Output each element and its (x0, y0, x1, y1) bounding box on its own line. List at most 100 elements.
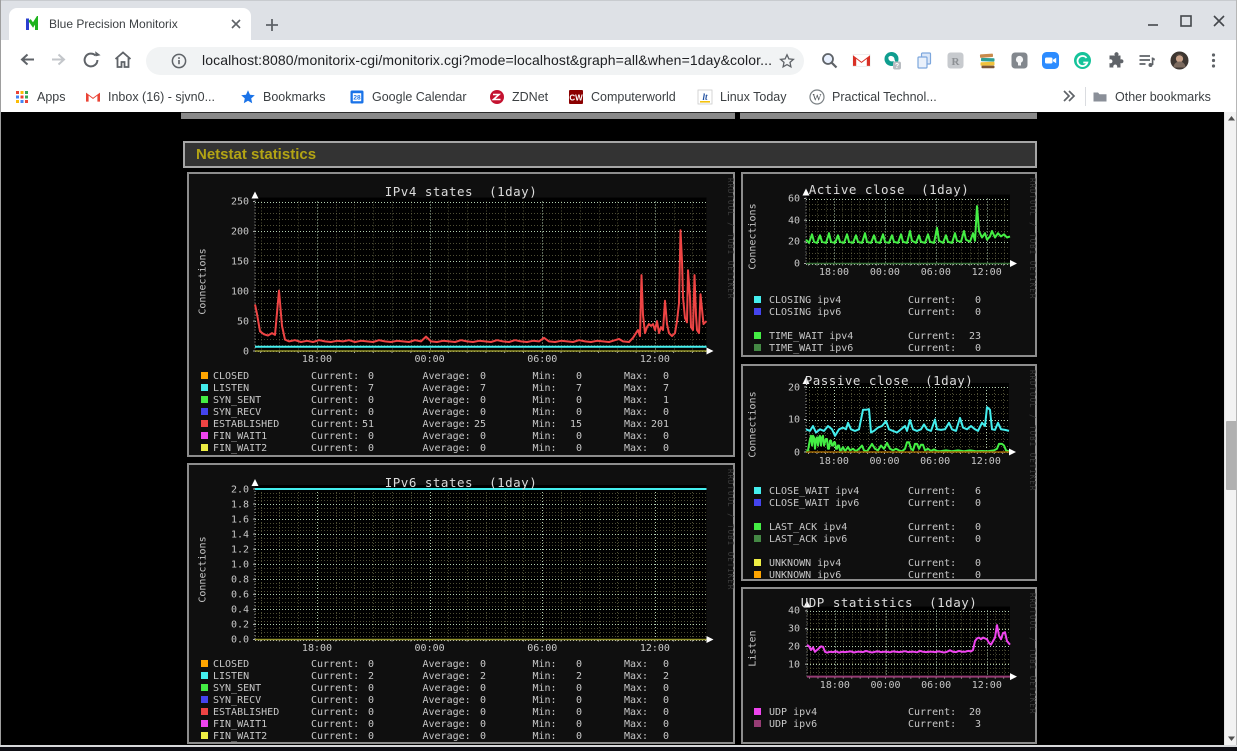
y-tick-label: 30 (787, 623, 800, 635)
books-icon[interactable] (978, 51, 997, 70)
other-bookmarks-folder[interactable]: Other bookmarks (1092, 81, 1211, 112)
close-window-button[interactable] (1209, 11, 1229, 31)
legend-current-value: 0 (367, 659, 374, 670)
legend-min-header: Min: (532, 731, 557, 742)
rrdtool-watermark: RRDTOOL / TOBI OETIKER (726, 178, 735, 300)
tab-close-icon[interactable] (228, 16, 244, 32)
legend-current-value: 0 (367, 395, 374, 406)
legend-max-header: Max: (624, 371, 649, 382)
tab-strip: Blue Precision Monitorix (0, 0, 1237, 41)
window-bottom-shadow (0, 747, 1237, 751)
bookmark-item-apps[interactable]: Apps (14, 81, 66, 112)
back-button[interactable] (15, 48, 39, 72)
apps-grid-icon (16, 90, 28, 103)
legend-max-header: Max: (624, 683, 649, 694)
folder-icon (1093, 92, 1107, 101)
legend-swatch (200, 383, 209, 392)
legend-current-header: Current: (908, 486, 957, 497)
legend-current-header: Current: (908, 343, 957, 354)
legend-min-value: 0 (575, 371, 582, 382)
legend-current-header: Current: (311, 419, 360, 430)
legend-label: CLOSED (213, 659, 250, 670)
bookmark-label: Google Calendar (372, 89, 467, 104)
bookmark-item-google-calendar[interactable]: 28 Google Calendar (349, 81, 467, 112)
legend-max-header: Max: (624, 695, 649, 706)
legend-min-value: 0 (575, 695, 582, 706)
avatar-icon[interactable] (1170, 51, 1189, 70)
forward-button[interactable] (47, 48, 71, 72)
bookmark-item-practical-technol[interactable]: W Practical Technol... (809, 81, 937, 112)
section-header: Netstat statistics (183, 141, 1037, 168)
bookmark-item-linux-today[interactable]: lt Linux Today (697, 81, 787, 112)
x-tick-label: 12:00 (970, 455, 1001, 467)
legend-average-header: Average: (422, 731, 471, 742)
y-tick-label: 10 (787, 659, 800, 671)
address-bar[interactable]: localhost:8080/monitorix-cgi/monitorix.c… (146, 47, 804, 75)
legend-max-header: Max: (624, 395, 649, 406)
legend-current-header: Current: (311, 695, 360, 706)
y-tick-label: 1.8 (230, 499, 249, 511)
legend-min-header: Min: (532, 695, 557, 706)
legend-min-value: 0 (575, 431, 582, 442)
puzzle-icon[interactable] (1105, 51, 1124, 70)
legend-average-value: 0 (479, 443, 486, 454)
y-tick-label: 0.2 (230, 619, 249, 631)
bookmark-item-inbox-16-sjvn0[interactable]: Inbox (16) - sjvn0... (85, 81, 215, 112)
zoom-icon[interactable] (1041, 51, 1060, 70)
rrdtool-watermark: RRDTOOL / TOBI OETIKER (726, 469, 735, 591)
legend-current-value: 0 (367, 731, 374, 742)
legend-min-value: 7 (575, 383, 582, 394)
page-info-icon[interactable] (171, 53, 187, 69)
section-title: Netstat statistics (196, 146, 317, 163)
bulb-icon[interactable] (1010, 51, 1029, 70)
legend-average-header: Average: (422, 419, 471, 430)
x-tick-label: 00:00 (869, 455, 900, 467)
browser-tab[interactable]: Blue Precision Monitorix (9, 8, 251, 41)
url-text[interactable]: localhost:8080/monitorix-cgi/monitorix.c… (202, 52, 772, 68)
zdnet-icon (490, 89, 504, 104)
legend-current-value: 2 (367, 671, 374, 682)
legend-current-header: Current: (908, 522, 957, 533)
legend-current-value: 0 (974, 343, 981, 354)
menu-dots-icon[interactable] (1204, 51, 1223, 70)
y-tick-label: 20 (787, 382, 800, 393)
legend-swatch (753, 295, 762, 304)
svg-text:R: R (952, 56, 961, 68)
reload-button[interactable] (79, 48, 103, 72)
bookmark-item-zdnet[interactable]: ZDNet (489, 81, 548, 112)
bookmark-item-bookmarks[interactable]: Bookmarks (240, 81, 326, 112)
legend-current-value: 23 (968, 331, 981, 342)
grammarly-icon[interactable] (1073, 51, 1092, 70)
legend-swatch (753, 486, 762, 495)
legend-average-value: 0 (479, 407, 486, 418)
gmail-ext-icon[interactable] (852, 51, 871, 70)
x-tick-label: 00:00 (869, 267, 900, 278)
legend-average-value: 0 (479, 395, 486, 406)
minimize-button[interactable] (1143, 11, 1163, 31)
bookmark-star-icon[interactable] (779, 53, 795, 69)
legend-label: FIN_WAIT1 (213, 431, 268, 442)
x-tick-label: 06:00 (920, 455, 951, 467)
bookmarks-overflow-icon[interactable] (1058, 86, 1078, 106)
legend-current-header: Current: (908, 498, 957, 509)
legend-label: ESTABLISHED (213, 419, 280, 430)
x-tick-label: 18:00 (301, 643, 333, 654)
legend-current-value: 0 (367, 443, 374, 454)
y-tick-label: 20 (787, 236, 800, 248)
search-icon[interactable] (820, 51, 839, 70)
playlist-icon[interactable] (1137, 51, 1156, 70)
legend-max-value: 0 (662, 407, 669, 418)
new-tab-button[interactable] (262, 15, 282, 35)
bookmarks-bar: Apps Inbox (16) - sjvn0... Bookmarks 28 Go… (0, 81, 1237, 112)
legend-current-value: 0 (367, 431, 374, 442)
maximize-button[interactable] (1176, 11, 1196, 31)
legend-swatch (753, 343, 762, 352)
bookmark-item-computerworld[interactable]: CW Computerworld (568, 81, 676, 112)
legend-swatch (200, 707, 209, 716)
copy-icon[interactable] (915, 51, 934, 70)
legend-average-value: 0 (479, 683, 486, 694)
legend-average-header: Average: (422, 707, 471, 718)
r-gray-icon[interactable]: R (946, 51, 965, 70)
home-button[interactable] (111, 48, 135, 72)
chat-icon[interactable]: ? (883, 51, 902, 70)
